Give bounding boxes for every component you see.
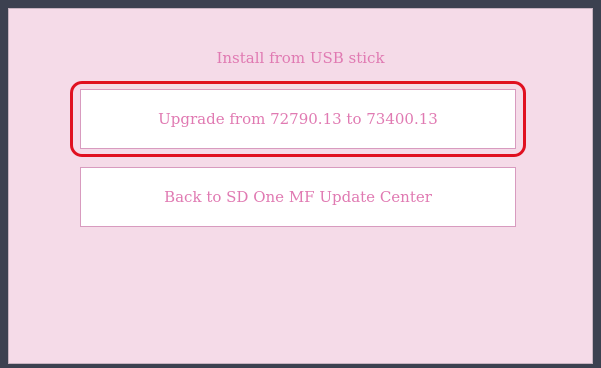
upgrade-button[interactable]: Upgrade from 72790.13 to 73400.13 — [80, 89, 516, 149]
update-panel: Install from USB stick Upgrade from 7279… — [8, 8, 593, 364]
back-to-update-center-button[interactable]: Back to SD One MF Update Center — [80, 167, 516, 227]
page-title: Install from USB stick — [216, 49, 385, 67]
